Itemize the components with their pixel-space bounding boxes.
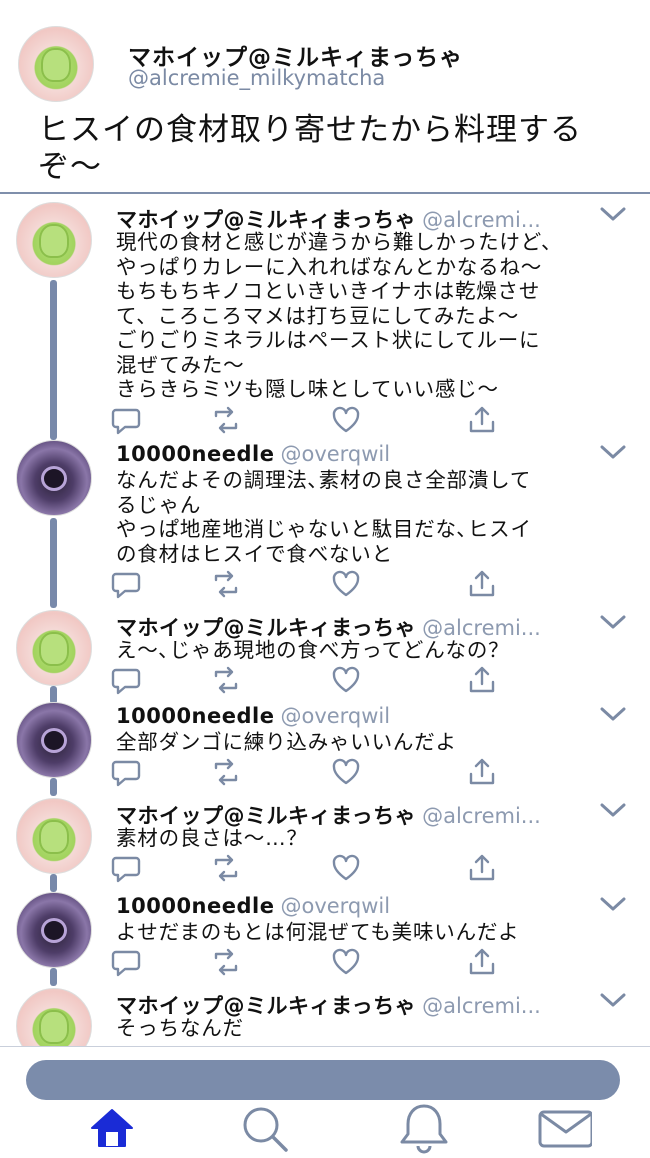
share-icon[interactable] xyxy=(466,756,498,788)
alcremie-avatar[interactable] xyxy=(18,26,94,102)
tweet-text: そっちなんだ xyxy=(116,1016,244,1040)
share-icon[interactable] xyxy=(466,568,498,600)
overqwil-avatar[interactable] xyxy=(16,702,92,778)
tweet-actions xyxy=(110,568,510,602)
tweet-text: 素材の良さは〜…？ xyxy=(116,826,308,850)
retweet-icon[interactable] xyxy=(210,756,242,788)
tweet[interactable]: マホイップ@ミルキィまっちゃ @alcremi... 素材の良さは〜…？ xyxy=(0,790,650,886)
tweet-text: 現代の食材と感じが違うから難しかったけど、 やっぱりカレーに入れればなんとかなる… xyxy=(116,230,563,401)
reply-thread: マホイップ@ミルキィまっちゃ @alcremi... 現代の食材と感じが違うから難… xyxy=(0,194,650,1046)
search-icon[interactable] xyxy=(236,1102,292,1154)
tweet[interactable]: マホイップ@ミルキィまっちゃ @alcremi... 現代の食材と感じが違うから難… xyxy=(0,194,650,442)
reply-input[interactable] xyxy=(26,1060,620,1100)
chevron-down-icon[interactable] xyxy=(600,706,626,722)
author-name[interactable]: 10000needle xyxy=(116,442,274,466)
alcremie-avatar[interactable] xyxy=(16,610,92,686)
tweet[interactable]: 10000needle @overqwil なんだよその調理法､素材の良さ全部潰し… xyxy=(0,432,650,602)
tweet-text: え〜､じゃあ現地の食べ方ってどんなの？ xyxy=(116,638,510,662)
like-icon[interactable] xyxy=(330,568,362,600)
messages-icon[interactable] xyxy=(536,1102,594,1154)
like-icon[interactable] xyxy=(330,852,362,884)
share-icon[interactable] xyxy=(466,946,498,978)
author-handle[interactable]: @alcremi... xyxy=(422,994,541,1018)
tweet-header: マホイップ@ミルキィまっちゃ @alcremie_milkymatcha ヒスイ… xyxy=(0,0,650,194)
retweet-icon[interactable] xyxy=(210,568,242,600)
overqwil-avatar[interactable] xyxy=(16,892,92,968)
author-handle[interactable]: @alcremi... xyxy=(422,208,541,232)
like-icon[interactable] xyxy=(330,946,362,978)
author-name[interactable]: マホイップ@ミルキィまっちゃ xyxy=(116,804,416,828)
retweet-icon[interactable] xyxy=(210,664,242,696)
retweet-icon[interactable] xyxy=(210,852,242,884)
reply-icon[interactable] xyxy=(110,664,142,696)
author-name[interactable]: 10000needle xyxy=(116,894,274,918)
home-icon[interactable] xyxy=(84,1102,140,1154)
reply-icon[interactable] xyxy=(110,852,142,884)
share-icon[interactable] xyxy=(466,852,498,884)
tweet-actions xyxy=(110,852,510,886)
alcremie-avatar[interactable] xyxy=(16,798,92,874)
author-name[interactable]: 10000needle xyxy=(116,704,274,728)
tweet[interactable]: マホイップ@ミルキィまっちゃ @alcremi... そっちなんだ xyxy=(0,980,650,1046)
reply-icon[interactable] xyxy=(110,568,142,600)
tweet-actions xyxy=(110,664,510,698)
chevron-down-icon[interactable] xyxy=(600,614,626,630)
reply-icon[interactable] xyxy=(110,756,142,788)
author-handle[interactable]: @overqwil xyxy=(280,894,390,918)
reply-icon[interactable] xyxy=(110,946,142,978)
alcremie-avatar[interactable] xyxy=(16,202,92,278)
like-icon[interactable] xyxy=(330,664,362,696)
chevron-down-icon[interactable] xyxy=(600,992,626,1008)
tweet-text: なんだよその調理法､素材の良さ全部潰して るじゃん やっぱ地産地消じゃないと駄目… xyxy=(116,468,532,566)
overqwil-avatar[interactable] xyxy=(16,440,92,516)
author-name[interactable]: マホイップ@ミルキィまっちゃ xyxy=(116,616,416,640)
tweet[interactable]: マホイップ@ミルキィまっちゃ @alcremi... え〜､じゃあ現地の食べ方って… xyxy=(0,602,650,698)
author-name[interactable]: マホイップ@ミルキィまっちゃ xyxy=(116,208,416,232)
tweet-actions xyxy=(110,756,510,790)
author-handle[interactable]: @alcremie_milkymatcha xyxy=(128,66,385,90)
divider xyxy=(0,1046,650,1047)
author-handle[interactable]: @overqwil xyxy=(280,442,390,466)
tweet-text: 全部ダンゴに練り込みゃいいんだよ xyxy=(116,730,457,754)
author-handle[interactable]: @alcremi... xyxy=(422,804,541,828)
chevron-down-icon[interactable] xyxy=(600,206,626,222)
main-tweet-text: ヒスイの食材取り寄せたから料理するぞ〜 xyxy=(38,112,582,185)
share-icon[interactable] xyxy=(466,664,498,696)
tweet-text: よせだまのもとは何混ぜても美味いんだよ xyxy=(116,920,520,944)
retweet-icon[interactable] xyxy=(210,946,242,978)
tweet-actions xyxy=(110,946,510,980)
like-icon[interactable] xyxy=(330,756,362,788)
chevron-down-icon[interactable] xyxy=(600,444,626,460)
tweet[interactable]: 10000needle @overqwil よせだまのもとは何混ぜても美味いんだよ xyxy=(0,884,650,980)
author-handle[interactable]: @alcremi... xyxy=(422,616,541,640)
chevron-down-icon[interactable] xyxy=(600,896,626,912)
alcremie-avatar[interactable] xyxy=(16,988,92,1046)
author-name[interactable]: マホイップ@ミルキィまっちゃ xyxy=(116,994,416,1018)
author-handle[interactable]: @overqwil xyxy=(280,704,390,728)
chevron-down-icon[interactable] xyxy=(600,802,626,818)
tweet[interactable]: 10000needle @overqwil 全部ダンゴに練り込みゃいいんだよ xyxy=(0,694,650,790)
notifications-icon[interactable] xyxy=(396,1102,452,1154)
